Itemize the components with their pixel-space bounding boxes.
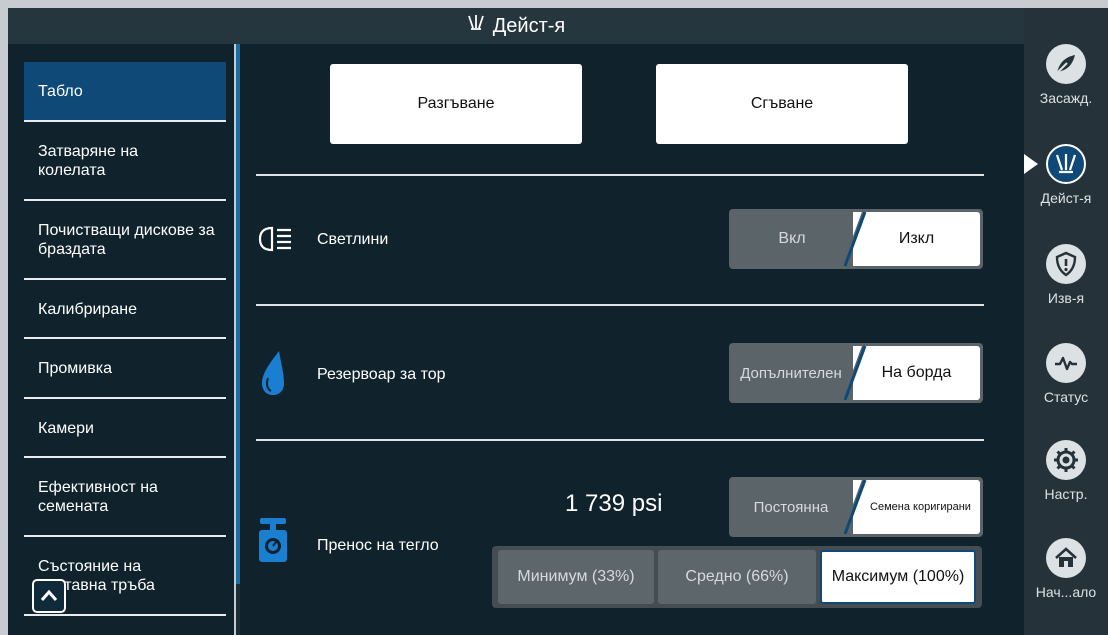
sidebar: Табло Затваряне на колелата Почистващи д… — [8, 44, 240, 635]
unfold-button[interactable]: Разгъване — [330, 64, 582, 144]
sidebar-item-label: Камери — [38, 419, 94, 437]
sidebar-item-flush[interactable]: Промивка — [24, 339, 226, 397]
level-minimum-option[interactable]: Минимум (33%) — [498, 550, 654, 604]
rail-item-home[interactable]: Нач...ало — [1024, 538, 1108, 600]
actions-icon — [1046, 144, 1086, 184]
planting-icon — [1046, 44, 1086, 84]
title-bar: Дейст-я — [8, 8, 1024, 44]
sidebar-item-wheel-closing[interactable]: Затваряне на колелата — [24, 122, 226, 200]
section-divider — [256, 174, 984, 176]
rail-item-label: Статус — [1043, 389, 1089, 405]
sidebar-item-label: Табло — [38, 82, 83, 100]
mode-constant-option[interactable]: Постоянна — [729, 477, 853, 537]
water-drop-icon — [258, 349, 288, 397]
sidebar-item-row-cleaners[interactable]: Почистващи дискове за браздата — [24, 201, 226, 279]
weight-transfer-label: Пренос на тегло — [317, 537, 439, 554]
toggle-slant — [841, 477, 871, 537]
section-divider — [256, 304, 984, 306]
sidebar-item-label: Калибриране — [38, 300, 138, 318]
sidebar-item-label: Промивка — [38, 359, 112, 377]
lights-on-option[interactable]: Вкл — [729, 209, 855, 269]
rail-item-label: Нач...ало — [1035, 584, 1097, 600]
rail-item-label: Дейст-я — [1040, 190, 1092, 206]
sidebar-item-label: Затваряне на колелата — [38, 143, 139, 179]
status-pulse-icon — [1046, 343, 1086, 383]
lights-toggle[interactable]: Вкл Изкл — [729, 209, 983, 269]
scale-icon — [256, 514, 290, 564]
headlight-icon — [256, 224, 296, 254]
right-nav-rail: Засажд. Дейст-я Изв-я Статус Настр. Нач.… — [1024, 8, 1108, 635]
weight-mode-toggle[interactable]: Постоянна Семена коригирани — [729, 477, 983, 537]
rail-item-planting[interactable]: Засажд. — [1024, 44, 1108, 106]
settings-gear-icon — [1046, 440, 1086, 480]
rail-item-label: Настр. — [1044, 486, 1088, 502]
level-maximum-option[interactable]: Максимум (100%) — [820, 550, 976, 604]
sidebar-divider — [24, 614, 226, 616]
rail-item-actions[interactable]: Дейст-я — [1024, 144, 1108, 206]
fertilizer-tank-label: Резервоар за тор — [317, 366, 446, 383]
lights-off-option[interactable]: Изкл — [853, 212, 980, 266]
app-root: Дейст-я Табло Затваряне на колелата Почи… — [0, 0, 1108, 635]
toggle-slant — [841, 343, 871, 403]
rail-item-alerts[interactable]: Изв-я — [1024, 244, 1108, 306]
sidebar-item-label: Почистващи дискове за браздата — [38, 222, 215, 258]
mode-seed-adjusted-option[interactable]: Семена коригирани — [853, 480, 980, 534]
rail-item-status[interactable]: Статус — [1024, 343, 1108, 405]
pressure-readout: 1 739 psi — [565, 490, 663, 517]
actions-icon — [467, 14, 485, 38]
sidebar-item-cameras[interactable]: Камери — [24, 399, 226, 457]
rail-item-label: Изв-я — [1047, 290, 1085, 306]
fertilizer-auxiliary-option[interactable]: Допълнителен — [729, 343, 853, 403]
main-panel: Разгъване Сгъване Светлини Вкл Изкл Резе… — [240, 44, 1024, 635]
page-title: Дейст-я — [492, 14, 566, 37]
alerts-shield-icon — [1046, 244, 1086, 284]
lights-label: Светлини — [317, 231, 389, 248]
fertilizer-onboard-option[interactable]: На борда — [853, 346, 980, 400]
level-medium-option[interactable]: Средно (66%) — [658, 550, 816, 604]
sidebar-item-calibration[interactable]: Калибриране — [24, 280, 226, 338]
home-icon — [1046, 538, 1086, 578]
chevron-up-icon — [40, 589, 58, 601]
toggle-slant — [841, 209, 871, 269]
weight-level-selector: Минимум (33%) Средно (66%) Максимум (100… — [492, 546, 982, 608]
collapse-button[interactable] — [32, 579, 66, 613]
section-divider — [256, 439, 984, 441]
rail-item-label: Засажд. — [1039, 90, 1093, 106]
sidebar-item-dashboard[interactable]: Табло — [24, 62, 226, 120]
sidebar-item-seed-efficiency[interactable]: Ефективност на семената — [24, 458, 226, 536]
rail-item-settings[interactable]: Настр. — [1024, 440, 1108, 502]
fold-button[interactable]: Сгъване — [656, 64, 908, 144]
fertilizer-tank-toggle[interactable]: Допълнителен На борда — [729, 343, 983, 403]
sidebar-item-label: Ефективност на семената — [38, 479, 158, 515]
